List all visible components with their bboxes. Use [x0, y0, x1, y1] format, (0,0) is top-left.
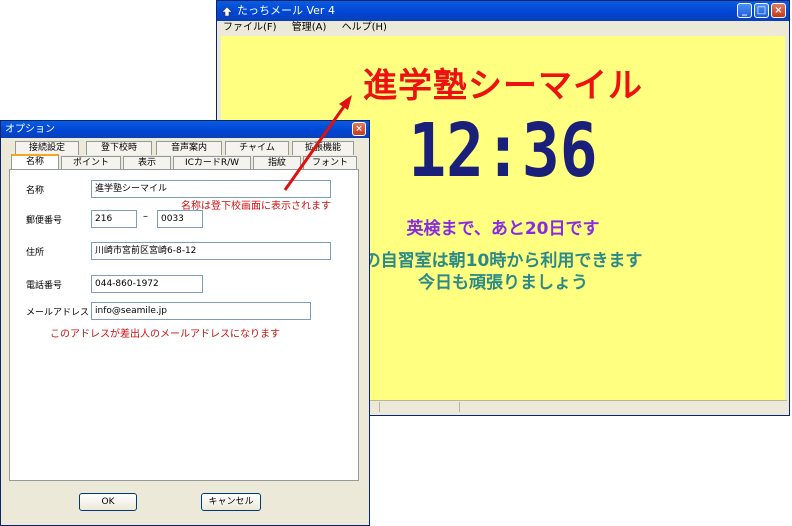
main-title-bar[interactable]: たっちメール Ver 4 _ □ ×	[217, 1, 789, 21]
main-title-text: たっちメール Ver 4	[237, 4, 335, 17]
phone-input[interactable]: 044-860-1972	[91, 275, 203, 293]
tab-voice-guide[interactable]: 音声案内	[156, 141, 222, 155]
email-note: このアドレスが差出人のメールアドレスになります	[50, 329, 280, 340]
tab-attendance[interactable]: 登下校時	[86, 141, 152, 155]
email-input[interactable]: info@seamile.jp	[91, 302, 311, 320]
tab-ic-card[interactable]: ICカードR/W	[173, 156, 251, 170]
tab-name[interactable]: 名称	[11, 154, 59, 170]
maximize-button[interactable]: □	[754, 3, 769, 18]
cancel-button[interactable]: キャンセル	[201, 493, 261, 511]
menu-file[interactable]: ファイル(F)	[223, 22, 277, 33]
name-tab-panel: 名称 進学塾シーマイル 郵便番号 216 – 0033 住所 川崎市宮前区宮崎6…	[9, 169, 359, 481]
name-note: 名称は登下校画面に表示されます	[181, 201, 331, 212]
address-label: 住所	[26, 248, 45, 258]
tab-connection[interactable]: 接続設定	[15, 141, 79, 155]
tab-display[interactable]: 表示	[123, 156, 171, 170]
dialog-title-bar[interactable]: オプション ×	[1, 121, 369, 138]
ok-button[interactable]: OK	[79, 493, 137, 511]
postal-dash: –	[143, 211, 148, 222]
tab-font[interactable]: フォント	[303, 156, 357, 170]
dialog-title: オプション	[5, 124, 55, 135]
name-input[interactable]: 進学塾シーマイル	[91, 180, 331, 198]
menu-help[interactable]: ヘルプ(H)	[342, 22, 387, 33]
postal-code-2-input[interactable]: 0033	[157, 210, 203, 228]
tab-points[interactable]: ポイント	[61, 156, 121, 170]
postal-label: 郵便番号	[26, 216, 63, 226]
menu-manage[interactable]: 管理(A)	[292, 22, 327, 33]
dialog-close-button[interactable]: ×	[352, 122, 366, 136]
tab-fingerprint[interactable]: 指紋	[253, 156, 301, 170]
minimize-button[interactable]: _	[737, 3, 752, 18]
tab-extensions[interactable]: 拡張機能	[292, 141, 354, 155]
status-divider	[379, 402, 380, 412]
app-icon	[221, 6, 233, 17]
tab-chime[interactable]: チャイム	[225, 141, 289, 155]
close-button[interactable]: ×	[771, 3, 786, 18]
address-input[interactable]: 川崎市宮前区宮崎6-8-12	[91, 242, 331, 260]
menu-bar: ファイル(F) 管理(A) ヘルプ(H)	[217, 21, 789, 35]
postal-code-1-input[interactable]: 216	[91, 210, 137, 228]
options-dialog: オプション × 接続設定 登下校時 音声案内 チャイム 拡張機能 名称 ポイント…	[0, 120, 370, 526]
name-label: 名称	[26, 186, 45, 196]
school-name: 進学塾シーマイル	[363, 66, 643, 106]
phone-label: 電話番号	[26, 281, 63, 291]
email-label: メールアドレス	[26, 308, 90, 318]
status-divider	[459, 402, 460, 412]
